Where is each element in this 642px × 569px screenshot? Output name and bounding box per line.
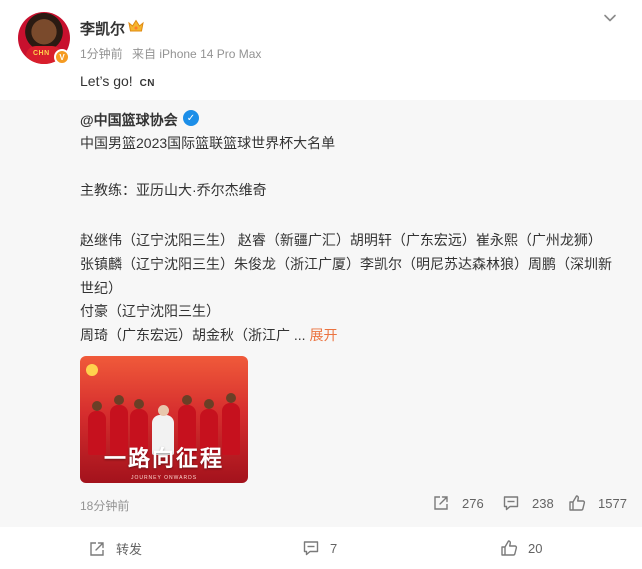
thumbs-up-icon xyxy=(501,540,518,556)
share-button[interactable]: 转发 xyxy=(88,539,142,558)
repost-line-roster-3: 世纪） xyxy=(80,280,122,296)
comment-icon xyxy=(503,496,519,511)
expand-link[interactable]: 展开 xyxy=(309,327,337,343)
avatar-jersey-text: CHN xyxy=(33,50,50,57)
repost-comment-count: 238 xyxy=(532,495,554,511)
chevron-down-icon[interactable] xyxy=(602,10,618,26)
repost-line-roster-5: 周琦（广东宏远）胡金秋（浙江广 ... 展开 xyxy=(80,325,337,345)
repost-author[interactable]: @中国篮球协会 xyxy=(80,110,178,130)
blue-verified-icon: ✓ xyxy=(183,110,199,126)
share-icon xyxy=(434,496,448,510)
image-banner-text: 一路向征程 xyxy=(103,447,224,472)
repost-like-count: 1577 xyxy=(598,495,627,511)
comment-count: 7 xyxy=(330,540,338,556)
repost-line-roster-2: 张镇麟（辽宁沈阳三生）朱俊龙（浙江广厦）李凯尔（明尼苏达森林狼）周鹏（深圳新 xyxy=(80,256,612,272)
image-sub-text: JOURNEY ONWARDS xyxy=(130,475,198,481)
verified-badge-icon: V xyxy=(54,49,70,65)
repost-share-count: 276 xyxy=(462,495,484,511)
repost-share-count-button[interactable]: 276 xyxy=(432,494,484,512)
repost-line-roster-5-text: 周琦（广东宏远）胡金秋（浙江广 ... xyxy=(80,327,306,343)
post-meta: 1分钟前 来自 iPhone 14 Pro Max xyxy=(80,45,267,62)
comment-icon xyxy=(303,541,319,556)
repost-line-roster-4: 付豪（辽宁沈阳三生） xyxy=(80,303,220,319)
repost-line-title: 中国男篮2023国际篮联篮球世界杯大名单 xyxy=(80,135,336,151)
crown-icon xyxy=(128,19,144,32)
post-source: 来自 iPhone 14 Pro Max xyxy=(132,47,262,61)
repost-comment-count-button[interactable]: 238 xyxy=(502,494,554,512)
comment-button[interactable]: 7 xyxy=(302,539,337,557)
repost-time: 18分钟前 xyxy=(80,499,130,513)
post-text-body: Let’s go! xyxy=(80,73,133,89)
like-button[interactable]: 20 xyxy=(500,539,542,557)
post-time: 1分钟前 xyxy=(80,47,123,61)
author-name[interactable]: 李凯尔 xyxy=(80,18,125,39)
share-icon xyxy=(90,541,104,556)
cba-logo xyxy=(86,364,98,376)
weibo-post: CHN V 李凯尔 1分钟前 来自 iPhone 14 Pro Max Let’… xyxy=(0,0,642,569)
repost-line-roster-1: 赵继伟（辽宁沈阳三生） 赵睿（新疆广汇）胡明轩（广东宏远）崔永熙（广州龙狮） xyxy=(80,232,602,248)
repost-like-count-button[interactable]: 1577 xyxy=(568,494,627,512)
repost-image[interactable]: 一路向征程 JOURNEY ONWARDS xyxy=(80,356,248,483)
share-label: 转发 xyxy=(116,542,143,557)
repost-line-coach: 主教练：亚历山大·乔尔杰维奇 xyxy=(80,182,267,198)
thumbs-up-icon xyxy=(569,495,586,511)
post-text: Let’s go! CN xyxy=(80,73,155,89)
repost-card[interactable]: @中国篮球协会 ✓ 中国男篮2023国际篮联篮球世界杯大名单 主教练：亚历山大·… xyxy=(0,100,642,527)
like-count: 20 xyxy=(528,540,543,556)
cn-flag-emoji: CN xyxy=(139,78,156,89)
